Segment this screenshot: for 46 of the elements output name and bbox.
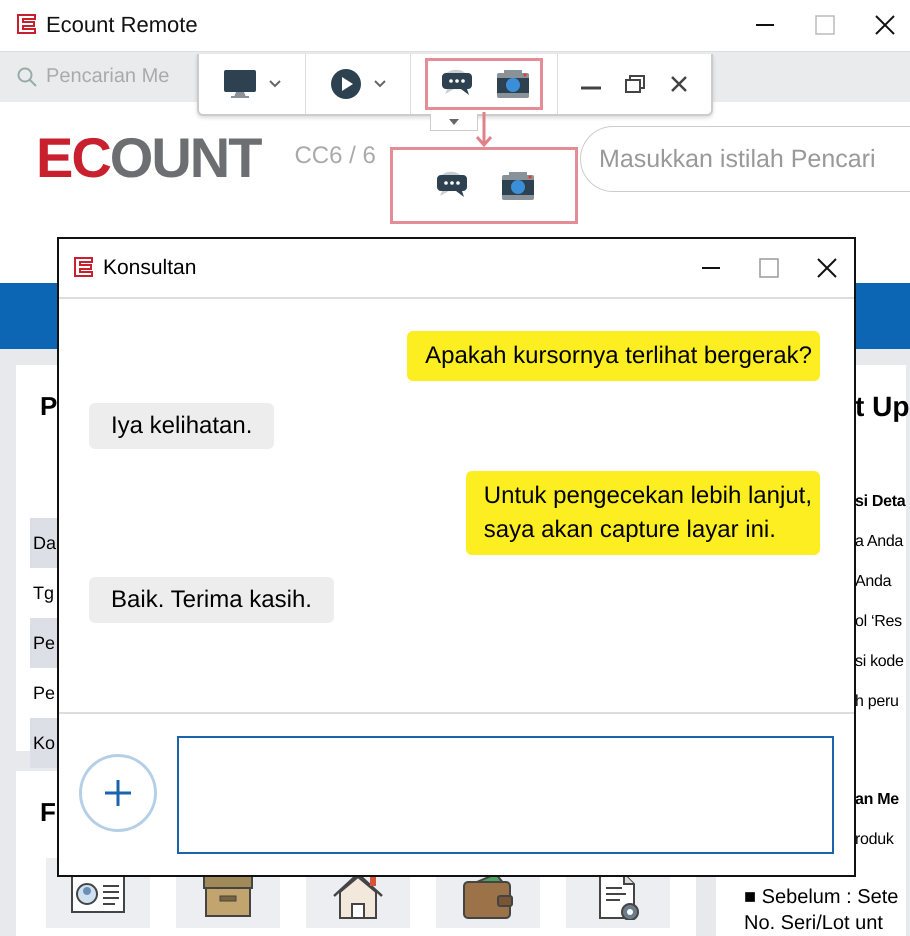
close-icon[interactable]	[816, 257, 838, 279]
card-heading: P	[40, 391, 58, 422]
notice-text: ■ Sebelum : Sete	[743, 885, 900, 910]
field-label: Ko	[30, 718, 57, 768]
arrow-icon	[474, 112, 494, 148]
dialog-title: Konsultan	[103, 256, 196, 280]
caret-down-icon[interactable]	[449, 119, 459, 125]
maximize-icon[interactable]	[758, 257, 780, 279]
field-label: Tg	[32, 582, 56, 605]
notice-heading: t Up	[855, 390, 910, 424]
window-title: Ecount Remote	[46, 12, 198, 38]
received-message: Baik. Terima kasih.	[89, 577, 334, 623]
company-code: CC6 / 6	[294, 142, 376, 170]
brand-logo: ECOUNT	[36, 126, 260, 190]
notice-text: No. Seri/Lot unt	[743, 911, 884, 936]
received-message: Iya kelihatan.	[89, 403, 274, 449]
close-icon[interactable]	[874, 14, 896, 36]
restore-icon[interactable]	[624, 73, 646, 95]
search-icon	[16, 66, 38, 88]
notice-text: a Anda	[855, 532, 904, 552]
menu-search-field[interactable]: Pencarian Me	[46, 65, 186, 88]
sent-message: Apakah kursornya terlihat bergerak?	[407, 331, 820, 381]
notice-text: Anda	[855, 572, 892, 592]
notice-text: roduk	[855, 830, 894, 850]
sent-message: Untuk pengecekan lebih lanjut, saya akan capture layar ini.	[466, 471, 820, 555]
logo-icon	[16, 14, 36, 36]
camera-icon[interactable]	[496, 69, 530, 99]
plus-icon	[103, 778, 133, 808]
field-label: Pe	[32, 682, 56, 705]
field-label: Da	[30, 518, 57, 568]
toolbar-toggle-tab[interactable]	[430, 114, 478, 131]
logo-icon	[73, 257, 93, 279]
caret-icon[interactable]	[269, 80, 281, 88]
card-heading: F	[40, 797, 56, 828]
message-input[interactable]	[177, 736, 834, 854]
notice-text: ol ‘Res	[855, 612, 902, 632]
camera-icon[interactable]	[501, 170, 535, 200]
caret-icon[interactable]	[374, 80, 386, 88]
notice-text: an Me	[855, 790, 899, 810]
notice-text: si Deta	[855, 492, 906, 512]
search-field[interactable]: Masukkan istilah Pencari	[580, 126, 910, 192]
notice-text: h peru	[855, 692, 899, 712]
monitor-icon[interactable]	[223, 69, 257, 99]
field-label: Pe	[30, 618, 57, 668]
notice-text: si kode	[855, 652, 904, 672]
play-icon[interactable]	[330, 68, 362, 100]
